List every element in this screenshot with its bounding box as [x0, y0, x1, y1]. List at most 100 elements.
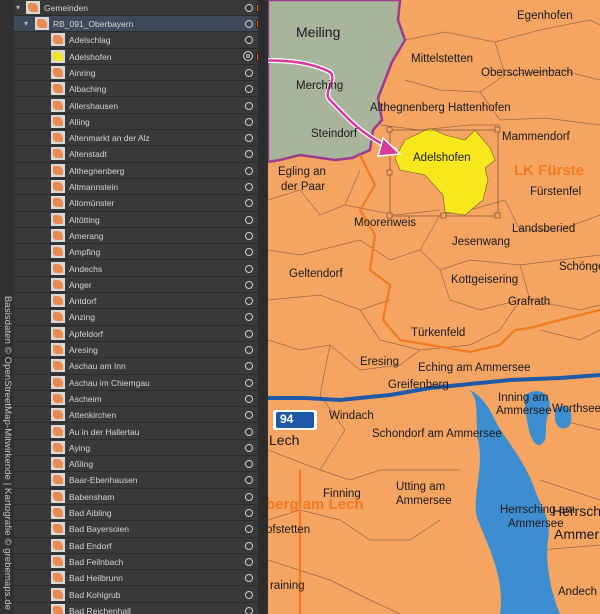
place-label: Eresing [360, 356, 399, 368]
layer-label: Althegnenberg [69, 165, 125, 176]
layer-row[interactable]: Anger [14, 277, 268, 294]
visibility-icon[interactable] [245, 509, 253, 517]
layer-row[interactable]: Altomünster [14, 195, 268, 212]
layer-row[interactable]: Adelshofen [14, 49, 268, 65]
layer-row[interactable]: Andechs [14, 261, 268, 277]
layer-row[interactable]: Aßling [14, 456, 268, 473]
layer-row[interactable]: Bad Bayersoien [14, 521, 268, 538]
layer-row[interactable]: Altenstadt [14, 146, 268, 163]
visibility-icon[interactable] [245, 525, 253, 534]
layer-row[interactable]: Bad Aibling [14, 505, 268, 522]
layer-row[interactable]: Altötting [14, 212, 268, 228]
layer-row[interactable]: Alling [14, 114, 268, 131]
layer-row[interactable]: Bad Feilnbach [14, 554, 268, 571]
visibility-icon[interactable] [245, 117, 253, 126]
layer-row[interactable]: Antdorf [14, 293, 268, 310]
layer-thumbnail [51, 603, 65, 614]
visibility-icon[interactable] [245, 20, 253, 28]
visibility-icon[interactable] [245, 101, 253, 110]
visibility-icon[interactable] [245, 492, 253, 501]
layer-thumbnail [51, 294, 65, 308]
visibility-icon[interactable] [245, 313, 253, 322]
visibility-icon[interactable] [245, 297, 253, 306]
visibility-icon[interactable] [245, 329, 253, 338]
visibility-icon[interactable] [245, 346, 253, 354]
visibility-icon[interactable] [245, 68, 253, 77]
place-label: Geltendorf [289, 268, 343, 280]
layer-row[interactable]: Aschau im Chiemgau [14, 375, 268, 391]
visibility-icon[interactable] [245, 443, 253, 452]
layer-row-root[interactable]: ▾ Gemeinden [14, 0, 268, 17]
layer-thumbnail [51, 212, 65, 226]
layer-row[interactable]: Ascheim [14, 391, 268, 408]
layer-row[interactable]: Bad Heilbrunn [14, 570, 268, 587]
visibility-icon[interactable] [245, 36, 253, 45]
place-label: der Paar [281, 181, 326, 193]
visibility-icon[interactable] [245, 557, 253, 566]
layer-label: Babensham [69, 491, 115, 502]
visibility-icon[interactable] [243, 50, 253, 61]
layer-label: Antdorf [69, 296, 97, 307]
visibility-icon[interactable] [245, 606, 253, 614]
visibility-icon[interactable] [245, 4, 253, 12]
layer-row[interactable]: Apfeldorf [14, 326, 268, 342]
layer-row[interactable]: Bad Kohlgrub [14, 587, 268, 603]
layer-label: Bad Aibling [69, 508, 112, 518]
layer-row[interactable]: Allershausen [14, 98, 268, 114]
visibility-icon[interactable] [245, 85, 253, 94]
layer-row[interactable]: Amerang [14, 228, 268, 245]
layer-thumbnail [51, 82, 65, 96]
layer-row[interactable]: Aresing [14, 342, 268, 359]
layer-label: Anger [69, 279, 92, 290]
layer-row[interactable]: Albaching [14, 81, 268, 98]
visibility-icon[interactable] [245, 264, 253, 273]
layer-label: Bad Bayersoien [69, 524, 130, 535]
layer-row[interactable]: Altmannstein [14, 179, 268, 196]
chevron-down-icon[interactable]: ▾ [16, 4, 24, 12]
visibility-icon[interactable] [245, 427, 253, 436]
layer-row[interactable]: Aying [14, 440, 268, 457]
layer-row[interactable]: Ainring [14, 65, 268, 82]
visibility-icon[interactable] [245, 215, 253, 224]
visibility-icon[interactable] [245, 574, 253, 583]
visibility-icon[interactable] [245, 541, 253, 550]
visibility-icon[interactable] [245, 280, 253, 289]
layer-row-group[interactable]: ▾ RB_091_Oberbayern [14, 16, 268, 33]
layer-row[interactable]: Aschau am Inn [14, 358, 268, 375]
layer-row[interactable]: Althegnenberg [14, 163, 268, 179]
layer-row[interactable]: Baar-Ebenhausen [14, 472, 268, 489]
visibility-icon[interactable] [245, 150, 253, 159]
map-canvas[interactable]: Egenhofen Meiling Mittelstetten Oberschw… [268, 0, 600, 614]
visibility-icon[interactable] [245, 460, 253, 469]
layer-row[interactable]: Altenmarkt an der Alz [14, 130, 268, 147]
chevron-down-icon[interactable]: ▾ [24, 20, 32, 28]
layer-row[interactable]: Babensham [14, 489, 268, 505]
visibility-icon[interactable] [245, 183, 253, 191]
visibility-icon[interactable] [245, 590, 253, 599]
layer-label: Altötting [69, 214, 100, 225]
layer-row[interactable]: Ampfing [14, 244, 268, 261]
visibility-icon[interactable] [245, 378, 253, 387]
visibility-icon[interactable] [245, 166, 253, 175]
layer-thumbnail [35, 17, 49, 30]
attribution-strip: Basisdaten © OpenStreetMap-Mitwirkende |… [0, 0, 14, 614]
visibility-icon[interactable] [245, 411, 253, 420]
visibility-icon[interactable] [245, 362, 253, 371]
visibility-icon[interactable] [245, 394, 253, 403]
visibility-icon[interactable] [245, 231, 253, 240]
layer-row[interactable]: Au in der Hallertau [14, 424, 268, 440]
layer-row[interactable]: Anzing [14, 309, 268, 326]
layer-row[interactable]: Adelschlag [14, 32, 268, 49]
layer-label: Allershausen [69, 100, 119, 111]
layer-row[interactable]: Bad Endorf [14, 538, 268, 554]
panel-scrollbar[interactable] [258, 0, 268, 614]
visibility-icon[interactable] [245, 476, 253, 485]
visibility-icon[interactable] [245, 199, 253, 208]
visibility-icon[interactable] [245, 134, 253, 143]
place-label: Adelshofen [413, 152, 471, 164]
layer-row[interactable]: Attenkirchen [14, 407, 268, 424]
layer-row[interactable]: Bad Reichenhall [14, 603, 268, 614]
visibility-icon[interactable] [245, 248, 253, 257]
highway-shield-number: 94 [280, 412, 294, 426]
place-label: Steindorf [311, 128, 358, 140]
